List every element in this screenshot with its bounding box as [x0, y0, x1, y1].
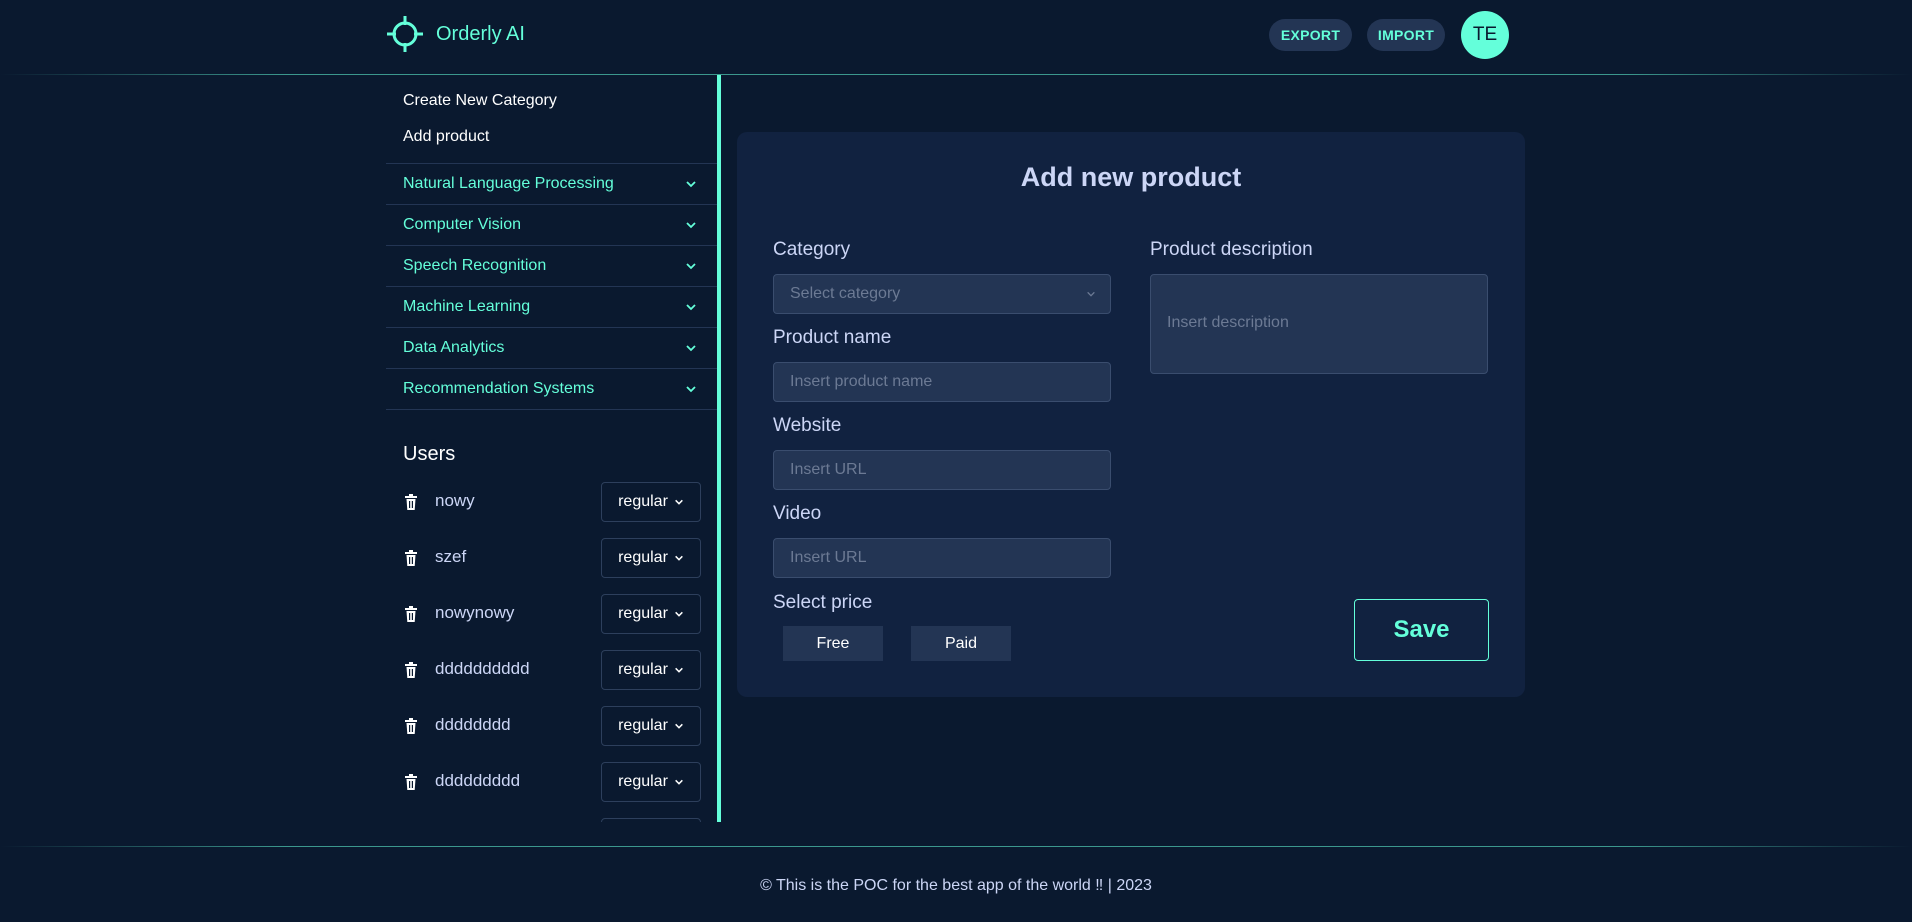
header: Orderly AI EXPORT IMPORT TE: [0, 0, 1912, 75]
price-label: Select price: [773, 592, 873, 613]
user-name: nowy: [435, 491, 475, 510]
user-row: ddddddddd regular: [386, 762, 717, 802]
role-select[interactable]: regular: [601, 650, 701, 690]
sidebar: Create New Category Add product Natural …: [386, 75, 717, 822]
role-select[interactable]: regular: [601, 762, 701, 802]
users-heading: Users: [403, 443, 456, 465]
user-row: ddddddddd admin: [386, 818, 717, 822]
category-select[interactable]: Select category: [773, 274, 1111, 314]
role-select[interactable]: regular: [601, 538, 701, 578]
role-select[interactable]: admin: [601, 818, 701, 822]
user-row: dddddddd regular: [386, 706, 717, 746]
chevron-down-icon: [1087, 291, 1095, 297]
category-label: Machine Learning: [403, 298, 531, 315]
website-input[interactable]: Insert URL: [773, 450, 1111, 490]
website-label: Website: [773, 415, 842, 436]
product-name-label: Product name: [773, 327, 892, 348]
trash-icon[interactable]: [404, 606, 418, 622]
trash-icon[interactable]: [404, 494, 418, 510]
category-item-speech-recognition[interactable]: Speech Recognition: [386, 246, 717, 287]
description-label: Product description: [1150, 239, 1313, 260]
user-name: szef: [435, 547, 467, 566]
trash-icon[interactable]: [404, 718, 418, 734]
user-row: dddddddddd regular: [386, 650, 717, 690]
user-name: dddddddd: [435, 715, 511, 734]
chevron-down-icon: [675, 723, 683, 729]
chevron-down-icon: [675, 555, 683, 561]
user-row: nowynowy regular: [386, 594, 717, 634]
category-label: Computer Vision: [403, 216, 521, 233]
chevron-down-icon: [686, 345, 696, 352]
add-product-panel: Add new product Category Select category…: [737, 132, 1525, 697]
user-name: ddddddddd: [435, 771, 521, 790]
sidebar-divider: [717, 75, 721, 822]
price-free-button[interactable]: Free: [783, 626, 883, 661]
chevron-down-icon: [675, 667, 683, 673]
description-textarea[interactable]: Insert description: [1150, 274, 1488, 374]
page-title: Add new product: [1020, 162, 1242, 192]
role-value: regular: [618, 605, 668, 622]
category-item-data-analytics[interactable]: Data Analytics: [386, 328, 717, 369]
user-row: nowy regular: [386, 482, 717, 522]
category-label: Natural Language Processing: [403, 175, 614, 192]
footer-text: © This is the POC for the best app of th…: [760, 877, 1152, 894]
user-name: nowynowy: [435, 603, 515, 622]
import-button[interactable]: IMPORT: [1367, 19, 1445, 51]
role-value: regular: [618, 493, 668, 510]
video-input[interactable]: Insert URL: [773, 538, 1111, 578]
category-list: Natural Language Processing Computer Vis…: [386, 163, 717, 410]
brand[interactable]: Orderly AI: [386, 15, 525, 53]
category-item-recommendation-systems[interactable]: Recommendation Systems: [386, 369, 717, 410]
avatar[interactable]: TE: [1461, 11, 1509, 59]
role-value: regular: [618, 661, 668, 678]
create-category-link[interactable]: Create New Category: [403, 92, 557, 110]
trash-icon[interactable]: [404, 662, 418, 678]
chevron-down-icon: [686, 304, 696, 311]
role-select[interactable]: regular: [601, 706, 701, 746]
category-item-nlp[interactable]: Natural Language Processing: [386, 164, 717, 205]
category-placeholder: Select category: [790, 285, 901, 302]
save-button[interactable]: Save: [1354, 599, 1489, 661]
chevron-down-icon: [686, 263, 696, 270]
product-name-input[interactable]: Insert product name: [773, 362, 1111, 402]
trash-icon[interactable]: [404, 550, 418, 566]
crosshair-icon: [386, 15, 424, 53]
footer-divider: [0, 846, 1912, 847]
role-value: regular: [618, 773, 668, 790]
category-label: Category: [773, 239, 851, 260]
role-value: regular: [618, 717, 668, 734]
category-label: Recommendation Systems: [403, 380, 595, 397]
user-row: szef regular: [386, 538, 717, 578]
video-label: Video: [773, 503, 822, 524]
chevron-down-icon: [686, 386, 696, 393]
category-label: Speech Recognition: [403, 257, 547, 274]
chevron-down-icon: [675, 499, 683, 505]
price-paid-button[interactable]: Paid: [911, 626, 1011, 661]
category-item-computer-vision[interactable]: Computer Vision: [386, 205, 717, 246]
role-value: regular: [618, 549, 668, 566]
export-button[interactable]: EXPORT: [1269, 19, 1352, 51]
header-divider: [0, 74, 1912, 75]
category-item-machine-learning[interactable]: Machine Learning: [386, 287, 717, 328]
user-name: dddddddddd: [435, 659, 530, 678]
chevron-down-icon: [675, 611, 683, 617]
chevron-down-icon: [675, 779, 683, 785]
add-product-link[interactable]: Add product: [403, 128, 489, 146]
role-select[interactable]: regular: [601, 594, 701, 634]
chevron-down-icon: [686, 222, 696, 229]
category-label: Data Analytics: [403, 339, 505, 356]
role-select[interactable]: regular: [601, 482, 701, 522]
chevron-down-icon: [686, 181, 696, 188]
trash-icon[interactable]: [404, 774, 418, 790]
app-name: Orderly AI: [436, 22, 525, 45]
